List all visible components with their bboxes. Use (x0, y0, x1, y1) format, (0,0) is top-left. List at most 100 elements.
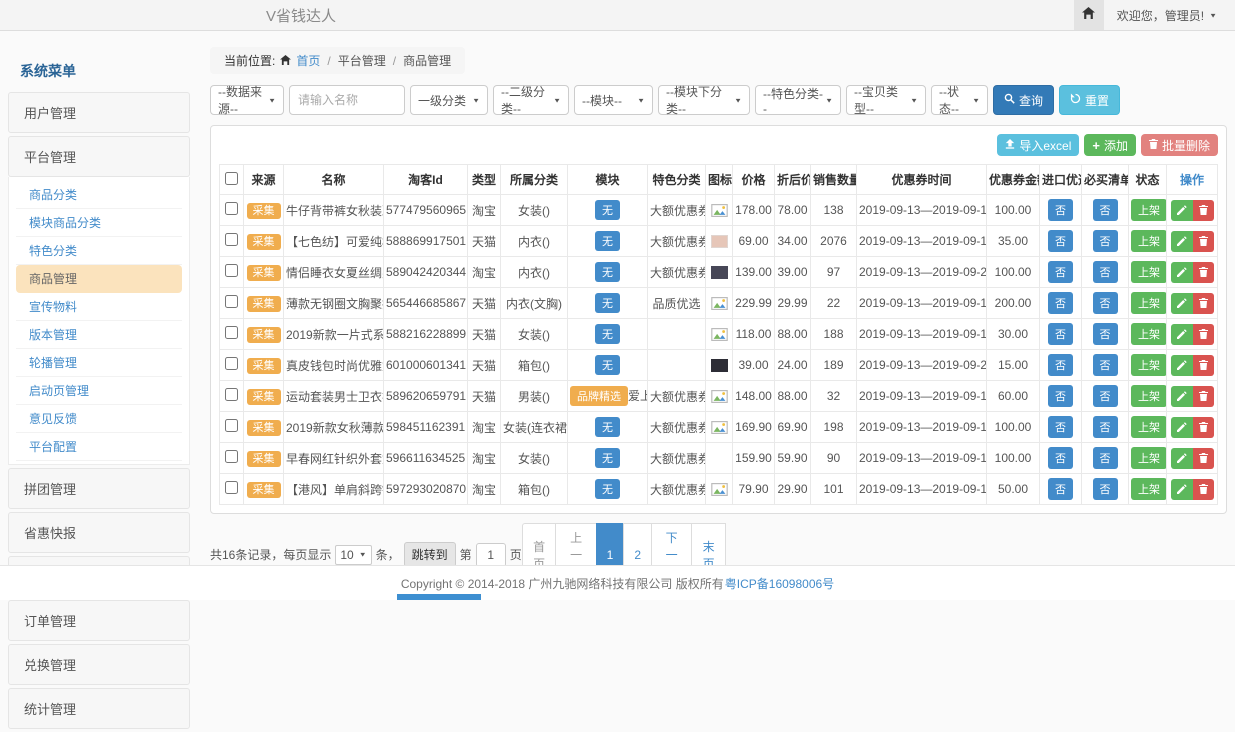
must-buy-toggle[interactable]: 否 (1093, 199, 1118, 221)
must-buy-toggle[interactable]: 否 (1093, 323, 1118, 345)
sidebar-group[interactable]: 省惠快报 (8, 512, 190, 553)
delete-button[interactable] (1193, 355, 1214, 376)
sidebar-group[interactable]: 订单管理 (8, 600, 190, 641)
sidebar-group[interactable]: 兑换管理 (8, 644, 190, 685)
sidebar-subitem[interactable]: 启动页管理 (16, 377, 182, 405)
sidebar-subitem[interactable]: 特色分类 (16, 237, 182, 265)
must-buy-toggle[interactable]: 否 (1093, 292, 1118, 314)
must-buy-toggle[interactable]: 否 (1093, 385, 1118, 407)
status-button[interactable]: 上架 (1131, 230, 1167, 252)
import-choice-toggle[interactable]: 否 (1048, 199, 1073, 221)
select-all-checkbox[interactable] (225, 172, 238, 185)
delete-button[interactable] (1193, 200, 1214, 221)
status-button[interactable]: 上架 (1131, 292, 1167, 314)
edit-button[interactable] (1171, 231, 1193, 252)
name-input[interactable] (289, 85, 405, 115)
sidebar-group[interactable]: 用户管理 (8, 92, 190, 133)
edit-button[interactable] (1171, 324, 1193, 345)
must-buy-toggle[interactable]: 否 (1093, 230, 1118, 252)
jump-button[interactable]: 跳转到 (404, 542, 456, 567)
delete-button[interactable] (1193, 448, 1214, 469)
edit-button[interactable] (1171, 262, 1193, 283)
data-source-select[interactable]: --数据来源--▼ (210, 85, 284, 115)
sidebar-group[interactable]: 拼团管理 (8, 468, 190, 509)
delete-button[interactable] (1193, 386, 1214, 407)
icp-link[interactable]: 粤ICP备16098006号 (725, 575, 834, 592)
delete-button[interactable] (1193, 293, 1214, 314)
row-checkbox[interactable] (225, 326, 238, 339)
import-choice-toggle[interactable]: 否 (1048, 292, 1073, 314)
edit-button[interactable] (1171, 479, 1193, 500)
import-choice-toggle[interactable]: 否 (1048, 447, 1073, 469)
status-button[interactable]: 上架 (1131, 447, 1167, 469)
edit-button[interactable] (1171, 417, 1193, 438)
delete-button[interactable] (1193, 231, 1214, 252)
cell-module: 无 (568, 350, 648, 381)
page-number-input[interactable] (476, 543, 506, 567)
sidebar-subitem[interactable]: 意见反馈 (16, 405, 182, 433)
edit-button[interactable] (1171, 200, 1193, 221)
import-excel-button[interactable]: 导入excel (997, 134, 1079, 156)
reset-button[interactable]: 重置 (1059, 85, 1120, 115)
sidebar-subitem[interactable]: 宣传物料 (16, 293, 182, 321)
status-button[interactable]: 上架 (1131, 323, 1167, 345)
must-buy-toggle[interactable]: 否 (1093, 478, 1118, 500)
import-choice-toggle[interactable]: 否 (1048, 478, 1073, 500)
row-checkbox[interactable] (225, 202, 238, 215)
status-button[interactable]: 上架 (1131, 199, 1167, 221)
import-choice-toggle[interactable]: 否 (1048, 230, 1073, 252)
must-buy-toggle[interactable]: 否 (1093, 261, 1118, 283)
sidebar-subitem[interactable]: 版本管理 (16, 321, 182, 349)
delete-button[interactable] (1193, 262, 1214, 283)
module-sub-select[interactable]: --模块下分类--▼ (658, 85, 750, 115)
feature-select[interactable]: --特色分类--▼ (755, 85, 841, 115)
status-button[interactable]: 上架 (1131, 416, 1167, 438)
import-choice-toggle[interactable]: 否 (1048, 354, 1073, 376)
add-button[interactable]: + 添加 (1084, 134, 1136, 156)
sidebar-subitem[interactable]: 商品管理 (16, 265, 182, 293)
sidebar-subitem[interactable]: 模块商品分类 (16, 209, 182, 237)
breadcrumb-home-link[interactable]: 首页 (296, 52, 320, 69)
category2-select[interactable]: --二级分类--▼ (493, 85, 569, 115)
module-select[interactable]: --模块--▼ (574, 85, 653, 115)
home-button[interactable] (1074, 0, 1104, 30)
row-checkbox[interactable] (225, 233, 238, 246)
delete-button[interactable] (1193, 324, 1214, 345)
import-choice-toggle[interactable]: 否 (1048, 261, 1073, 283)
row-checkbox[interactable] (225, 450, 238, 463)
must-buy-toggle[interactable]: 否 (1093, 354, 1118, 376)
status-button[interactable]: 上架 (1131, 354, 1167, 376)
status-button[interactable]: 上架 (1131, 478, 1167, 500)
sidebar-subitem[interactable]: 轮播管理 (16, 349, 182, 377)
item-type-select[interactable]: --宝贝类型--▼ (846, 85, 926, 115)
import-choice-toggle[interactable]: 否 (1048, 416, 1073, 438)
import-choice-toggle[interactable]: 否 (1048, 385, 1073, 407)
row-checkbox[interactable] (225, 295, 238, 308)
row-checkbox[interactable] (225, 388, 238, 401)
sidebar-group[interactable]: 统计管理 (8, 688, 190, 729)
row-checkbox[interactable] (225, 357, 238, 370)
must-buy-toggle[interactable]: 否 (1093, 416, 1118, 438)
delete-button[interactable] (1193, 479, 1214, 500)
category1-select[interactable]: 一级分类▼ (410, 85, 488, 115)
row-checkbox[interactable] (225, 419, 238, 432)
delete-button[interactable] (1193, 417, 1214, 438)
search-button[interactable]: 查询 (993, 85, 1054, 115)
status-button[interactable]: 上架 (1131, 385, 1167, 407)
batch-delete-button[interactable]: 批量删除 (1141, 134, 1218, 156)
edit-button[interactable] (1171, 355, 1193, 376)
sidebar-subitem[interactable]: 平台配置 (16, 433, 182, 461)
row-checkbox[interactable] (225, 481, 238, 494)
sidebar-group[interactable]: 平台管理 (8, 136, 190, 177)
row-checkbox[interactable] (225, 264, 238, 277)
per-page-select[interactable]: 10▼ (335, 545, 371, 565)
must-buy-toggle[interactable]: 否 (1093, 447, 1118, 469)
import-choice-toggle[interactable]: 否 (1048, 323, 1073, 345)
sidebar-subitem[interactable]: 商品分类 (16, 181, 182, 209)
edit-button[interactable] (1171, 386, 1193, 407)
edit-button[interactable] (1171, 448, 1193, 469)
status-select[interactable]: --状态--▼ (931, 85, 988, 115)
edit-button[interactable] (1171, 293, 1193, 314)
status-button[interactable]: 上架 (1131, 261, 1167, 283)
user-menu[interactable]: 欢迎您，管理员! ▼ (1104, 7, 1235, 24)
